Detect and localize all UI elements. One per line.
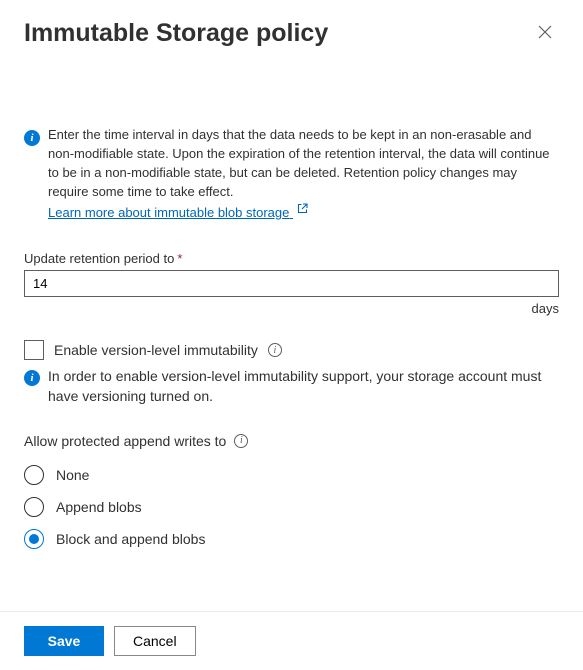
info-icon: i (24, 370, 40, 386)
retention-input[interactable] (24, 270, 559, 297)
radio-button[interactable] (24, 465, 44, 485)
learn-more-link[interactable]: Learn more about immutable blob storage (48, 205, 309, 220)
append-writes-label: Allow protected append writes to i (24, 433, 559, 449)
immutable-storage-policy-panel: Immutable Storage policy i Enter the tim… (0, 0, 583, 670)
version-level-note: i In order to enable version-level immut… (24, 366, 559, 407)
panel-header: Immutable Storage policy (0, 0, 583, 56)
save-button[interactable]: Save (24, 626, 104, 656)
version-level-checkbox-label: Enable version-level immutability (54, 342, 258, 358)
radio-option-none[interactable]: None (24, 459, 559, 491)
info-outline-icon[interactable]: i (268, 343, 282, 357)
info-text: Enter the time interval in days that the… (48, 126, 559, 223)
append-writes-radio-group: None Append blobs Block and append blobs (24, 459, 559, 555)
info-callout: i Enter the time interval in days that t… (24, 126, 559, 223)
panel-body: i Enter the time interval in days that t… (0, 56, 583, 611)
required-asterisk: * (177, 251, 182, 266)
external-link-icon (297, 201, 309, 220)
info-icon: i (24, 130, 40, 146)
version-level-checkbox[interactable] (24, 340, 44, 360)
retention-label: Update retention period to* (24, 251, 559, 266)
radio-button[interactable] (24, 529, 44, 549)
info-outline-icon[interactable]: i (234, 434, 248, 448)
radio-option-block-append[interactable]: Block and append blobs (24, 523, 559, 555)
panel-footer: Save Cancel (0, 611, 583, 670)
page-title: Immutable Storage policy (24, 18, 328, 48)
version-level-checkbox-row[interactable]: Enable version-level immutability i (24, 340, 559, 360)
cancel-button[interactable]: Cancel (114, 626, 196, 656)
retention-units: days (24, 301, 559, 316)
radio-button[interactable] (24, 497, 44, 517)
radio-option-append[interactable]: Append blobs (24, 491, 559, 523)
close-button[interactable] (531, 18, 559, 46)
close-icon (538, 25, 552, 39)
